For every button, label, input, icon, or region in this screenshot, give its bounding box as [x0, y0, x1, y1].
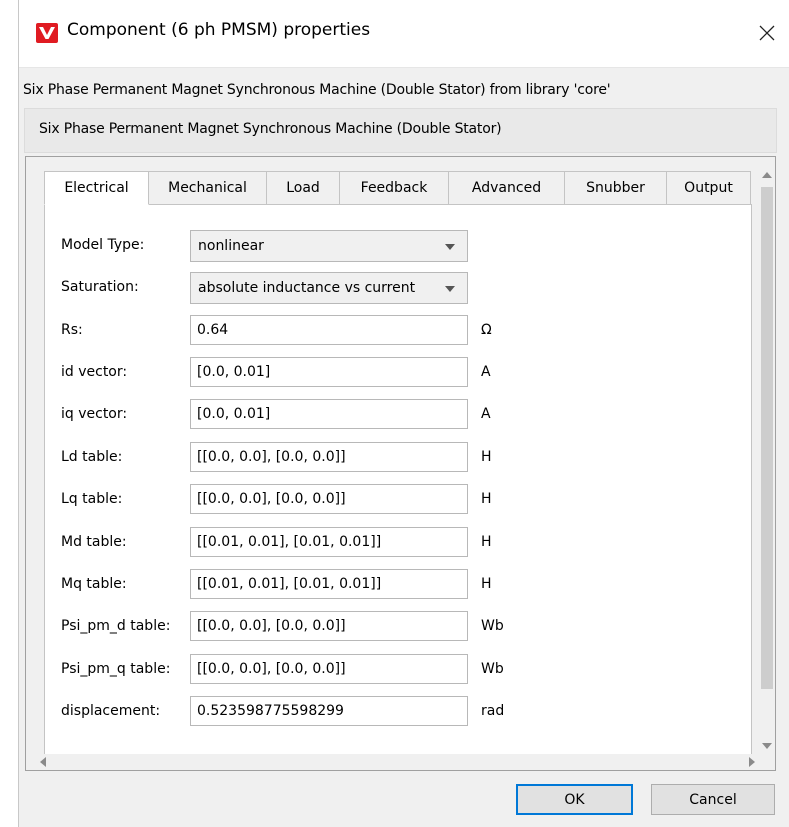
vertical-scrollbar[interactable] [759, 167, 775, 754]
displacement-input[interactable]: 0.523598775598299 [190, 696, 468, 726]
psi-pm-d-value: [[0.0, 0.0], [0.0, 0.0]] [197, 618, 346, 634]
scroll-left-icon[interactable] [40, 757, 46, 767]
chevron-down-icon [445, 286, 455, 292]
tab-feedback[interactable]: Feedback [340, 171, 449, 205]
component-description-box: Six Phase Permanent Magnet Synchronous M… [24, 108, 777, 153]
psi-pm-d-input[interactable]: [[0.0, 0.0], [0.0, 0.0]] [190, 611, 468, 641]
id-vector-unit: A [481, 364, 491, 380]
tab-load[interactable]: Load [267, 171, 340, 205]
mq-table-input[interactable]: [[0.01, 0.01], [0.01, 0.01]] [190, 569, 468, 599]
param-model-type: Model Type: nonlinear [45, 230, 753, 262]
displacement-label: displacement: [61, 703, 161, 719]
lq-table-input[interactable]: [[0.0, 0.0], [0.0, 0.0]] [190, 484, 468, 514]
tab-container: Electrical Mechanical Load Feedback Adva… [25, 156, 776, 771]
saturation-value: absolute inductance vs current [198, 280, 416, 296]
ld-table-value: [[0.0, 0.0], [0.0, 0.0]] [197, 449, 346, 465]
chevron-down-icon [445, 244, 455, 250]
tab-mechanical[interactable]: Mechanical [149, 171, 267, 205]
param-saturation: Saturation: absolute inductance vs curre… [45, 272, 753, 304]
tab-output[interactable]: Output [667, 171, 751, 205]
title-bar: Component (6 ph PMSM) properties [19, 0, 789, 68]
rs-value: 0.64 [197, 322, 229, 338]
displacement-unit: rad [481, 703, 505, 719]
ld-table-input[interactable]: [[0.0, 0.0], [0.0, 0.0]] [190, 442, 468, 472]
param-iq-vector: iq vector: [0.0, 0.01] A [45, 399, 753, 429]
param-ld-table: Ld table: [[0.0, 0.0], [0.0, 0.0]] H [45, 442, 753, 472]
scroll-up-icon[interactable] [762, 172, 772, 178]
scrollbar-thumb[interactable] [761, 187, 773, 689]
iq-vector-label: iq vector: [61, 406, 128, 422]
md-table-value: [[0.01, 0.01], [0.01, 0.01]] [197, 534, 382, 550]
rs-input[interactable]: 0.64 [190, 315, 468, 345]
component-source: Six Phase Permanent Magnet Synchronous M… [23, 82, 611, 98]
iq-vector-input[interactable]: [0.0, 0.01] [190, 399, 468, 429]
lq-table-unit: H [481, 491, 492, 507]
md-table-input[interactable]: [[0.01, 0.01], [0.01, 0.01]] [190, 527, 468, 557]
properties-dialog: Component (6 ph PMSM) properties Six Pha… [18, 0, 789, 827]
window-title: Component (6 ph PMSM) properties [67, 20, 371, 40]
md-table-label: Md table: [61, 534, 127, 550]
tab-snubber[interactable]: Snubber [565, 171, 667, 205]
param-displacement: displacement: 0.523598775598299 rad [45, 696, 753, 726]
electrical-panel: Model Type: nonlinear Saturation: absolu… [44, 204, 752, 764]
model-type-label: Model Type: [61, 237, 145, 253]
param-md-table: Md table: [[0.01, 0.01], [0.01, 0.01]] H [45, 527, 753, 557]
scroll-down-icon[interactable] [762, 743, 772, 749]
tab-bar: Electrical Mechanical Load Feedback Adva… [44, 171, 751, 205]
md-table-unit: H [481, 534, 492, 550]
ok-button[interactable]: OK [516, 784, 633, 815]
close-icon [759, 25, 775, 41]
tab-electrical[interactable]: Electrical [44, 171, 149, 205]
param-psi-pm-d: Psi_pm_d table: [[0.0, 0.0], [0.0, 0.0]]… [45, 611, 753, 641]
psi-pm-q-input[interactable]: [[0.0, 0.0], [0.0, 0.0]] [190, 654, 468, 684]
lq-table-value: [[0.0, 0.0], [0.0, 0.0]] [197, 491, 346, 507]
horizontal-scrollbar[interactable] [36, 754, 759, 770]
displacement-value: 0.523598775598299 [197, 703, 344, 719]
id-vector-input[interactable]: [0.0, 0.01] [190, 357, 468, 387]
component-description: Six Phase Permanent Magnet Synchronous M… [39, 121, 502, 137]
tab-advanced[interactable]: Advanced [449, 171, 565, 205]
param-id-vector: id vector: [0.0, 0.01] A [45, 357, 753, 387]
mq-table-label: Mq table: [61, 576, 127, 592]
param-rs: Rs: 0.64 Ω [45, 315, 753, 345]
psi-pm-d-label: Psi_pm_d table: [61, 618, 171, 634]
psi-pm-q-label: Psi_pm_q table: [61, 661, 171, 677]
rs-unit: Ω [481, 322, 492, 338]
rs-label: Rs: [61, 322, 83, 338]
ld-table-label: Ld table: [61, 449, 123, 465]
mq-table-value: [[0.01, 0.01], [0.01, 0.01]] [197, 576, 382, 592]
saturation-select[interactable]: absolute inductance vs current [190, 272, 468, 304]
psi-pm-d-unit: Wb [481, 618, 504, 634]
psi-pm-q-unit: Wb [481, 661, 504, 677]
scroll-right-icon[interactable] [749, 757, 755, 767]
iq-vector-unit: A [481, 406, 491, 422]
logo-icon [36, 23, 58, 43]
param-lq-table: Lq table: [[0.0, 0.0], [0.0, 0.0]] H [45, 484, 753, 514]
lq-table-label: Lq table: [61, 491, 123, 507]
model-type-value: nonlinear [198, 238, 264, 254]
id-vector-value: [0.0, 0.01] [197, 364, 271, 380]
model-type-select[interactable]: nonlinear [190, 230, 468, 262]
saturation-label: Saturation: [61, 279, 139, 295]
cancel-button[interactable]: Cancel [651, 784, 775, 815]
id-vector-label: id vector: [61, 364, 128, 380]
iq-vector-value: [0.0, 0.01] [197, 406, 271, 422]
ld-table-unit: H [481, 449, 492, 465]
mq-table-unit: H [481, 576, 492, 592]
param-mq-table: Mq table: [[0.01, 0.01], [0.01, 0.01]] H [45, 569, 753, 599]
close-button[interactable] [744, 12, 789, 54]
psi-pm-q-value: [[0.0, 0.0], [0.0, 0.0]] [197, 661, 346, 677]
param-psi-pm-q: Psi_pm_q table: [[0.0, 0.0], [0.0, 0.0]]… [45, 654, 753, 684]
